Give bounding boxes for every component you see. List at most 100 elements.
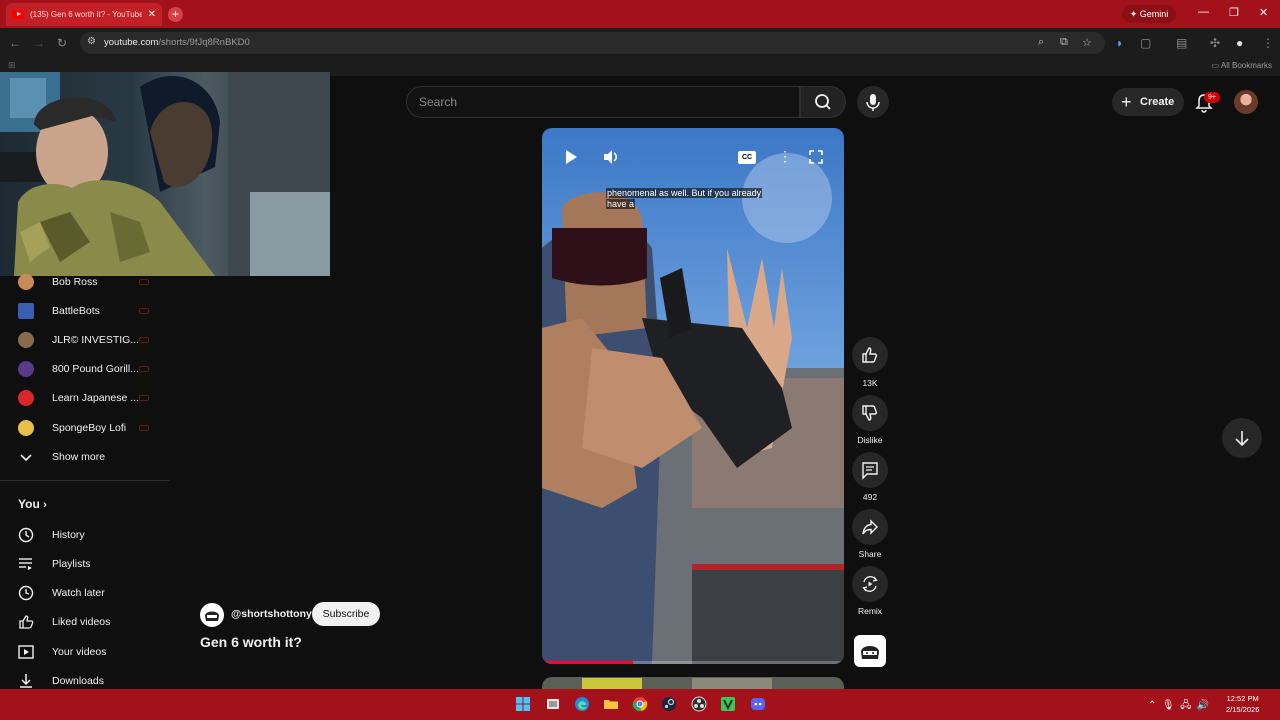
live-indicator-icon — [139, 336, 149, 343]
fullscreen-icon[interactable] — [808, 149, 824, 165]
new-tab-button[interactable]: + — [168, 7, 183, 22]
next-short-preview[interactable] — [542, 677, 844, 689]
apps-grid-icon[interactable]: ⊞ — [8, 60, 16, 71]
chrome-icon[interactable] — [632, 696, 648, 712]
sidebar-subscription-800-pound-gorilla[interactable]: 800 Pound Gorill... — [0, 354, 170, 383]
share-button[interactable] — [852, 509, 888, 545]
url-text: youtube.com/shorts/9fJq8RnBKD0 — [104, 37, 250, 48]
close-tab-icon[interactable]: ✕ — [148, 9, 156, 20]
file-explorer-icon[interactable] — [603, 696, 619, 712]
windows-start-icon[interactable] — [515, 696, 531, 712]
sidebar-subscription-battlebots[interactable]: BattleBots — [0, 296, 170, 325]
channel-avatar — [18, 360, 34, 377]
obs-icon[interactable] — [691, 696, 707, 712]
extensions-puzzle-icon[interactable]: ✣ — [1210, 36, 1220, 50]
search-icon — [815, 94, 831, 110]
address-bar[interactable]: ⚙ youtube.com/shorts/9fJq8RnBKD0 ⌕ ⧉ ☆ — [80, 32, 1105, 54]
discord-icon[interactable] — [750, 696, 766, 712]
browser-tab-strip: (135) Gen 6 worth it? - YouTube ✕ + ✦ Ge… — [0, 0, 1280, 28]
channel-avatar[interactable] — [200, 603, 224, 627]
live-indicator-icon — [139, 424, 149, 431]
gemini-button[interactable]: ✦ Gemini — [1122, 5, 1176, 23]
comment-count: 492 — [862, 492, 878, 502]
close-window-icon[interactable]: ✕ — [1259, 6, 1268, 19]
task-view-icon[interactable] — [545, 696, 561, 712]
remix-icon — [862, 576, 878, 592]
system-clock[interactable]: 12:52 PM 2/15/2026 — [1226, 693, 1259, 715]
thumbs-up-icon — [862, 347, 878, 363]
next-short-button[interactable] — [1222, 418, 1262, 458]
subscribe-button[interactable]: Subscribe — [312, 602, 380, 626]
edge-browser-icon[interactable] — [574, 696, 590, 712]
watch-later-icon — [18, 585, 34, 600]
profile-icon[interactable]: ● — [1236, 36, 1243, 50]
zoom-icon[interactable]: ⌕ — [1038, 36, 1044, 49]
playlists-icon — [19, 557, 32, 570]
sidebar-item-label: Liked videos — [52, 615, 111, 628]
app-icon[interactable] — [720, 696, 736, 712]
sidebar-subscription-learn-japanese[interactable]: Learn Japanese ... — [0, 383, 170, 412]
progress-bar[interactable] — [542, 661, 633, 664]
thumbs-down-icon — [862, 405, 878, 421]
extension-icon[interactable]: ▤ — [1176, 36, 1187, 50]
reload-icon[interactable]: ↻ — [57, 36, 67, 50]
like-button[interactable] — [852, 337, 888, 373]
search-button[interactable] — [800, 86, 846, 118]
create-button[interactable]: + Create — [1112, 88, 1184, 116]
system-tray-icons[interactable]: ⌃ 🎙 🖧 🔊 — [1148, 698, 1209, 715]
channel-logo-icon — [861, 646, 879, 659]
clock-date: 2/15/2026 — [1226, 705, 1260, 714]
extension-icon[interactable]: ◗ — [1116, 36, 1123, 50]
browser-tab[interactable]: (135) Gen 6 worth it? - YouTube ✕ — [6, 3, 162, 26]
channel-avatar — [18, 389, 34, 406]
voice-search-button[interactable] — [857, 86, 889, 118]
windows-taskbar: ⌃ 🎙 🖧 🔊 12:52 PM 2/15/2026 — [0, 689, 1280, 720]
comments-button[interactable] — [852, 452, 888, 488]
notification-badge: 9+ — [1204, 92, 1220, 103]
install-app-icon[interactable]: ⧉ — [1060, 36, 1068, 49]
play-icon[interactable] — [562, 148, 580, 166]
audio-source-avatar[interactable] — [854, 635, 886, 667]
maximize-icon[interactable]: ❐ — [1229, 6, 1239, 19]
sidebar-item-watch-later[interactable]: Watch later — [0, 578, 170, 607]
bookmark-star-icon[interactable]: ☆ — [1082, 36, 1092, 49]
minimize-icon[interactable]: — — [1198, 6, 1209, 18]
tab-title: (135) Gen 6 worth it? - YouTube — [30, 10, 142, 19]
sidebar-you-heading[interactable]: You › — [18, 497, 47, 511]
sidebar-subscription-spongeboy-lofi[interactable]: SpongeBoy Lofi — [0, 413, 170, 442]
more-options-icon[interactable]: ⋮ — [778, 148, 792, 165]
live-indicator-icon — [139, 365, 149, 372]
remix-label: Remix — [857, 606, 883, 616]
sidebar-item-history[interactable]: History — [0, 520, 170, 549]
share-label: Share — [858, 549, 882, 559]
channel-logo-icon — [205, 611, 219, 621]
forward-icon[interactable]: → — [33, 36, 45, 50]
channel-name[interactable]: @shortshottony — [231, 608, 312, 620]
sidebar-item-playlists[interactable]: Playlists — [0, 549, 170, 578]
sidebar-item-label: BattleBots — [52, 304, 100, 317]
all-bookmarks[interactable]: ▭ All Bookmarks — [1212, 61, 1272, 70]
site-info-icon[interactable]: ⚙ — [87, 36, 96, 47]
volume-icon[interactable] — [602, 148, 620, 166]
account-avatar[interactable] — [1234, 90, 1258, 114]
dislike-label: Dislike — [857, 435, 883, 445]
clock-time: 12:52 PM — [1226, 694, 1259, 703]
steam-icon[interactable] — [661, 696, 677, 712]
search-input[interactable]: Search — [406, 86, 800, 118]
sidebar-show-more[interactable]: Show more — [0, 442, 170, 471]
closed-captions-button[interactable]: CC — [738, 151, 756, 164]
sidebar-subscription-bob-ross[interactable]: Bob Ross — [0, 267, 170, 296]
back-icon[interactable]: ← — [9, 36, 21, 50]
sidebar-item-your-videos[interactable]: Your videos — [0, 637, 170, 666]
microphone-icon — [866, 94, 880, 111]
sidebar-item-liked-videos[interactable]: Liked videos — [0, 607, 170, 636]
shorts-video-player[interactable]: phenomenal as well. But if you already h… — [542, 128, 844, 664]
dislike-button[interactable] — [852, 395, 888, 431]
channel-avatar — [18, 302, 34, 319]
menu-kebab-icon[interactable]: ⋮ — [1262, 36, 1274, 50]
extension-icon[interactable]: ▢ — [1140, 36, 1151, 50]
next-short-thumbnail — [582, 678, 772, 689]
like-count: 13K — [862, 378, 878, 388]
sidebar-subscription-jlr[interactable]: JLR© INVESTIG... — [0, 325, 170, 354]
remix-button[interactable] — [852, 566, 888, 602]
